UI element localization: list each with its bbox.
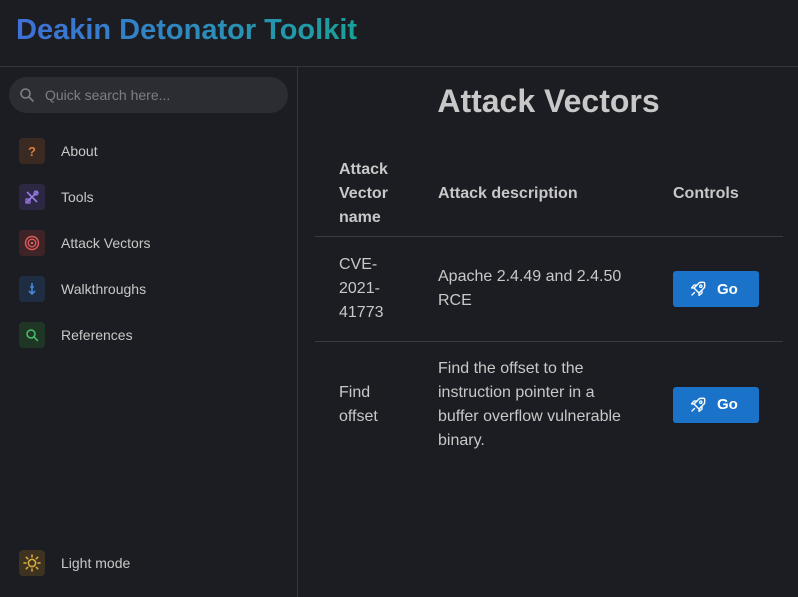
sidebar-item-attack-vectors[interactable]: Attack Vectors [19, 230, 289, 256]
vector-name-cell: Find offset [339, 383, 378, 425]
target-icon [19, 230, 45, 256]
question-icon: ? [19, 138, 45, 164]
go-button-label: Go [717, 280, 738, 298]
search-box[interactable] [9, 77, 288, 113]
app-header: Deakin Detonator Toolkit [0, 0, 798, 67]
table-row: CVE-2021-41773 Apache 2.4.49 and 2.4.50 … [315, 236, 783, 342]
sidebar-item-label: Tools [61, 189, 94, 205]
go-button-label: Go [717, 396, 738, 414]
sidebar-item-walkthroughs[interactable]: Walkthroughs [19, 276, 289, 302]
column-header-controls: Controls [649, 154, 783, 237]
sun-icon [19, 550, 45, 576]
sidebar-item-label: About [61, 143, 98, 159]
sidebar: ? About Tools Attack Vectors [0, 67, 298, 597]
sidebar-item-label: Walkthroughs [61, 281, 147, 297]
search-input[interactable] [45, 77, 281, 113]
controls-cell: Go [649, 342, 783, 468]
column-header-description: Attack description [414, 154, 649, 237]
sidebar-item-references[interactable]: References [19, 322, 289, 348]
sidebar-item-label: References [61, 327, 133, 343]
vector-name-cell: CVE-2021-41773 [315, 236, 414, 342]
sidebar-item-label: Attack Vectors [61, 235, 151, 251]
go-button[interactable]: Go [673, 386, 759, 423]
go-button[interactable]: Go [673, 271, 759, 307]
rocket-icon [690, 281, 706, 297]
arrow-down-icon [19, 276, 45, 302]
sidebar-item-tools[interactable]: Tools [19, 184, 289, 210]
theme-toggle-label: Light mode [61, 555, 131, 571]
table-row: Find offset Find the offset to the instr… [315, 342, 783, 468]
table-header-row: Attack Vector name Attack description Co… [315, 154, 783, 237]
rocket-icon [690, 397, 706, 412]
search-icon [20, 88, 34, 102]
app-title[interactable]: Deakin Detonator Toolkit [16, 14, 357, 47]
vector-description-cell: Find the offset to the instruction point… [438, 359, 621, 449]
column-header-name: Attack Vector name [315, 154, 414, 237]
theme-toggle[interactable]: Light mode [19, 550, 289, 576]
search-icon [19, 322, 45, 348]
sidebar-item-about[interactable]: ? About [19, 138, 289, 164]
vector-description-cell: Apache 2.4.49 and 2.4.50 RCE [414, 236, 649, 342]
tools-icon [19, 184, 45, 210]
attack-vectors-table: Attack Vector name Attack description Co… [315, 154, 783, 468]
page-title: Attack Vectors [437, 83, 660, 119]
main-content: Attack Vectors Attack Vector name Attack… [299, 67, 798, 597]
controls-cell: Go [649, 236, 783, 342]
